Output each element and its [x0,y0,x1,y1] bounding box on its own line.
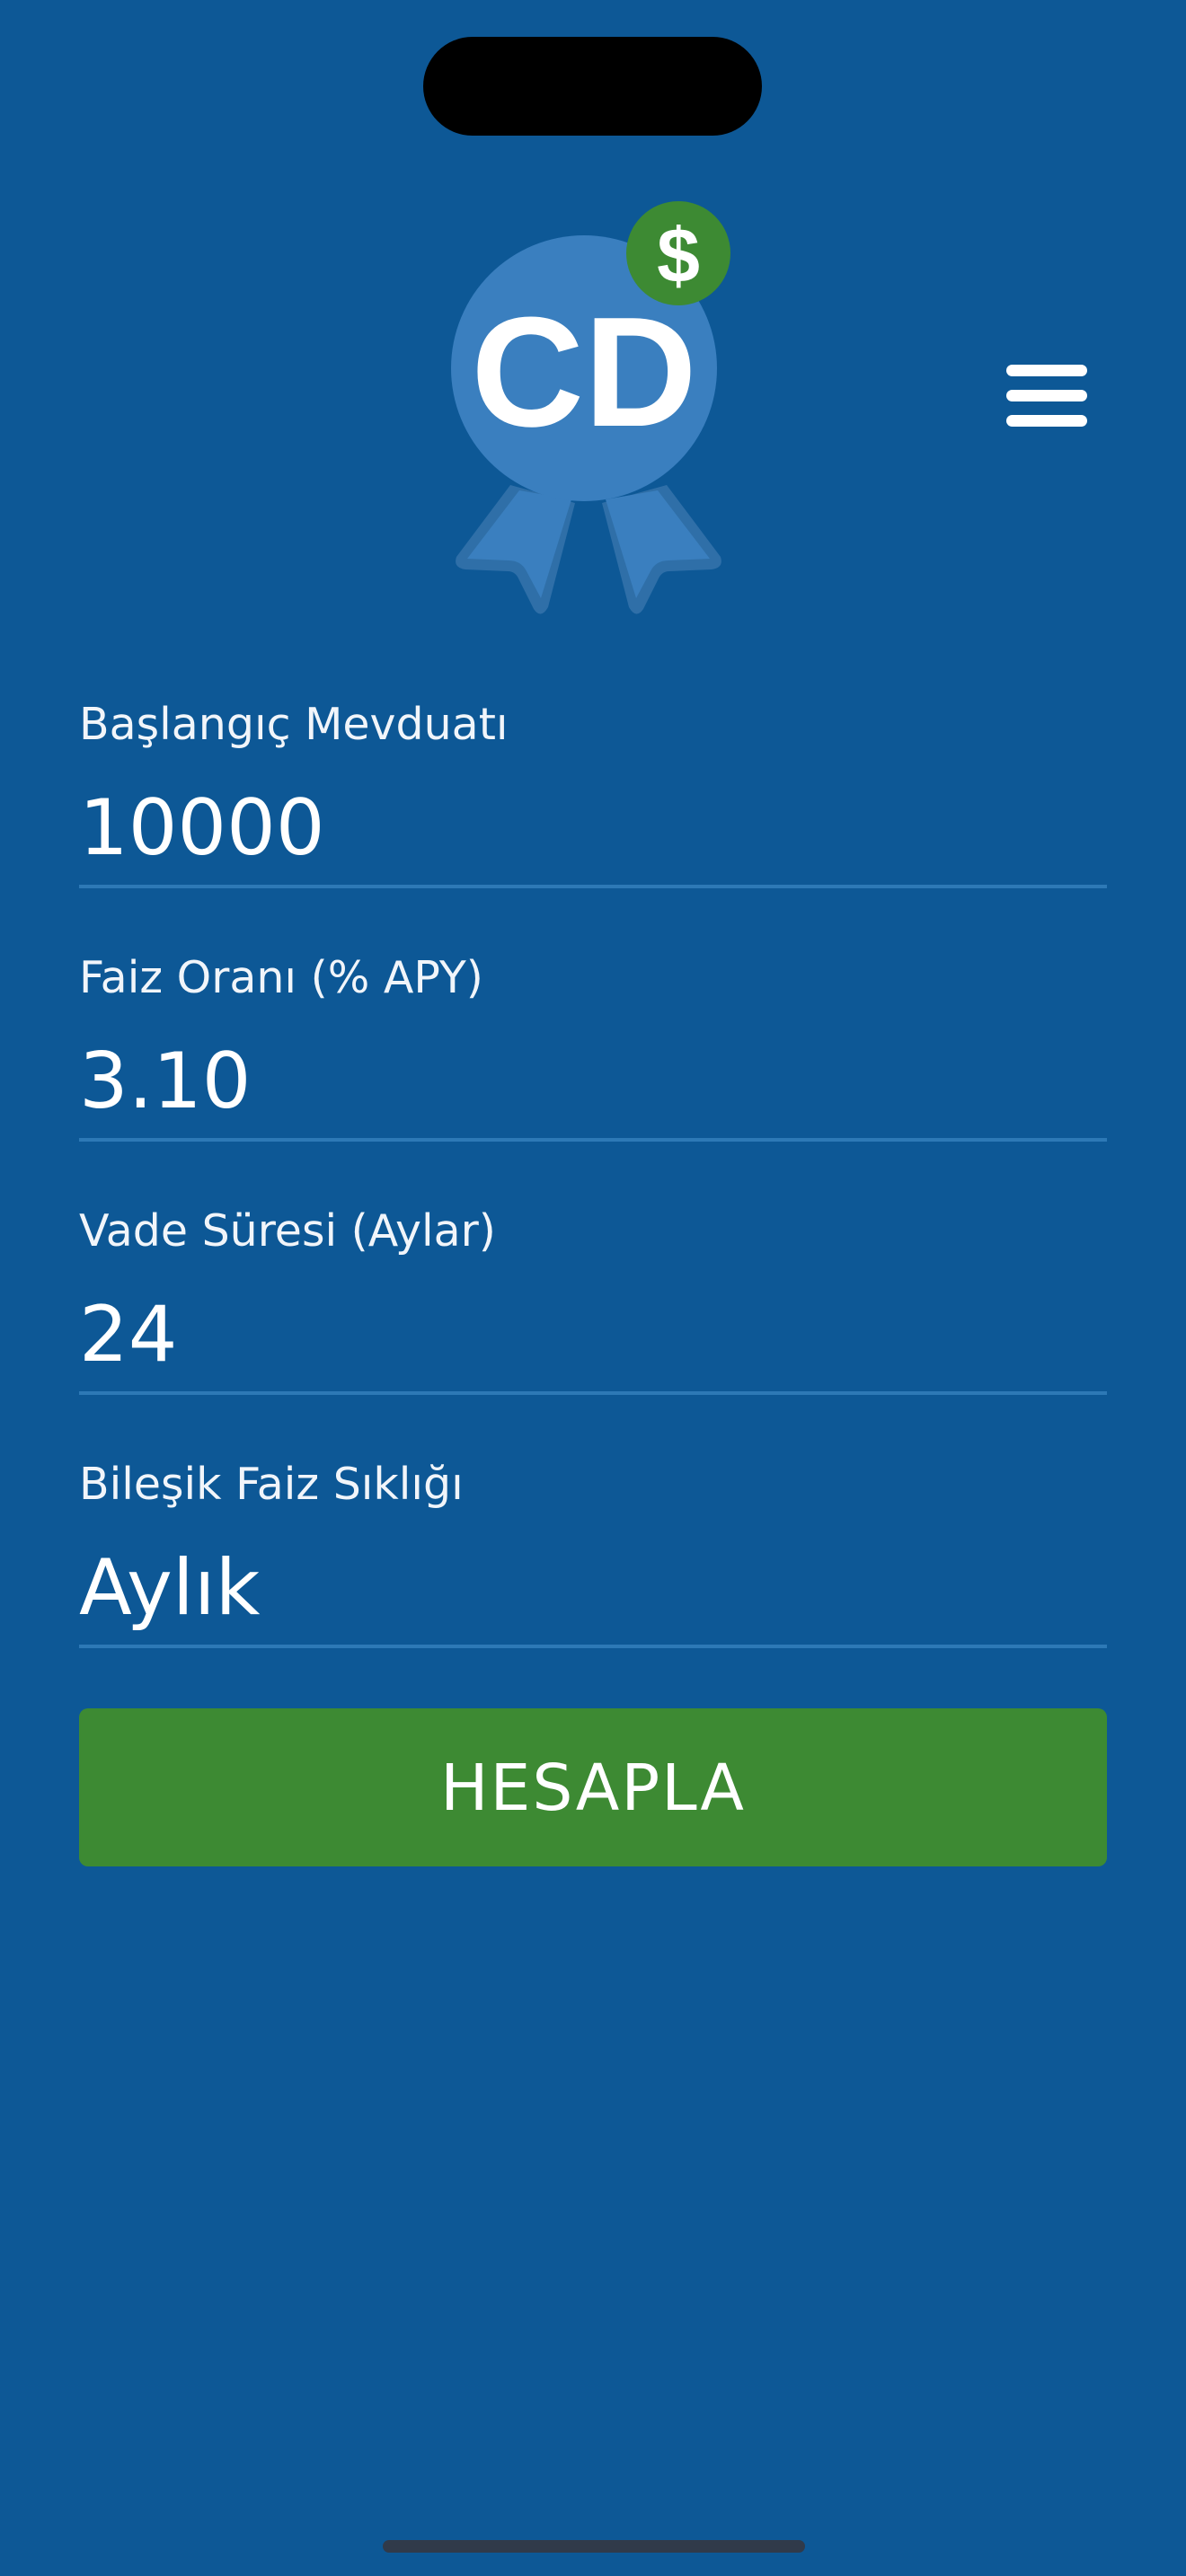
compounding-underline [79,1645,1107,1648]
logo-cd-text: CD [471,284,696,459]
interest-rate-underline [79,1138,1107,1142]
term-label: Vade Süresi (Aylar) [79,1205,496,1257]
cd-calculator-form: Başlangıç Mevduatı Faiz Oranı (% APY) Va… [79,692,1107,1705]
app-screen: CD $ Başlangıç Mevduatı Faiz Oranı (% AP… [0,0,1186,2576]
term-underline [79,1391,1107,1395]
dynamic-island [423,37,762,136]
menu-bar [1006,364,1087,376]
hamburger-menu-icon[interactable] [997,355,1096,436]
interest-rate-label: Faiz Oranı (% APY) [79,952,483,1003]
dollar-badge-icon: $ [626,201,730,305]
home-indicator[interactable] [383,2540,805,2553]
calculate-button[interactable]: HESAPLA [79,1708,1107,1866]
term-input[interactable] [79,1290,1107,1380]
initial-deposit-underline [79,885,1107,888]
compounding-select[interactable] [79,1543,1107,1633]
cd-award-logo: CD $ [451,201,730,614]
menu-bar [1006,414,1087,427]
interest-rate-input[interactable] [79,1037,1107,1126]
term-field-group: Vade Süresi (Aylar) [79,1198,1107,1451]
initial-deposit-input[interactable] [79,783,1107,873]
menu-bar [1006,389,1087,401]
initial-deposit-field-group: Başlangıç Mevduatı [79,692,1107,945]
initial-deposit-label: Başlangıç Mevduatı [79,699,509,750]
ribbon-icon [456,485,721,614]
dollar-symbol: $ [657,213,700,299]
compounding-field-group: Bileşik Faiz Sıklığı [79,1451,1107,1705]
compounding-label: Bileşik Faiz Sıklığı [79,1459,464,1510]
interest-rate-field-group: Faiz Oranı (% APY) [79,945,1107,1198]
